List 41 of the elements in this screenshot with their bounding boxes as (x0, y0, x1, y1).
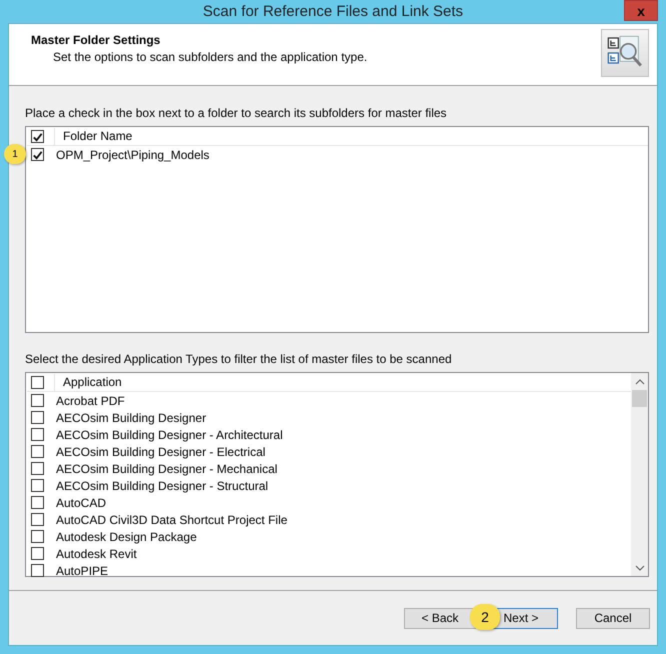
window-title: Scan for Reference Files and Link Sets (202, 3, 464, 20)
list-item[interactable]: Acrobat PDF (56, 394, 125, 408)
checkbox[interactable] (31, 547, 44, 560)
instruction-text: Place a check in the box next to a folder to search its subfolders for master files (25, 106, 448, 120)
scrollbar[interactable] (631, 373, 648, 576)
checkbox[interactable] (31, 530, 44, 543)
callout-tooltip: 2 (470, 604, 500, 630)
checkbox[interactable] (31, 376, 44, 389)
list-item[interactable]: AutoCAD Civil3D Data Shortcut Project File (56, 512, 288, 526)
checkbox[interactable] (31, 479, 44, 492)
checkbox[interactable] (31, 394, 44, 407)
checkbox[interactable] (31, 445, 44, 458)
list-item[interactable]: OPM_Project\Piping_Models (56, 148, 210, 162)
section-subtitle: Set the options to scan subfolders and the application type. (52, 50, 368, 64)
dialog-button[interactable]: < Back (404, 608, 476, 628)
callout-tooltip: 1 (4, 144, 26, 164)
checkbox[interactable] (31, 513, 44, 526)
scroll-thumb[interactable] (632, 390, 647, 407)
instruction-text: Select the desired Application Types to filter the list of master files to be scanned (25, 352, 453, 366)
list-item[interactable]: AutoCAD (56, 496, 106, 510)
checkbox[interactable] (31, 496, 44, 509)
list-item[interactable]: Autodesk Design Package (56, 530, 197, 544)
list-item[interactable]: AECOsim Building Designer - Electrical (56, 444, 266, 458)
list-item[interactable]: AECOsim Building Designer - Structural (56, 478, 268, 492)
checkbox[interactable] (31, 564, 44, 577)
folder-search-icon (601, 29, 649, 77)
list-item[interactable]: AECOsim Building Designer - Mechanical (56, 462, 278, 476)
checkbox[interactable] (31, 428, 44, 441)
column-label: Application (54, 374, 122, 391)
list-item[interactable]: AECOsim Building Designer (56, 410, 206, 424)
list-item[interactable]: Autodesk Revit (56, 546, 137, 560)
checkbox[interactable] (31, 411, 44, 424)
checkbox[interactable] (31, 462, 44, 475)
checkbox[interactable] (31, 130, 44, 143)
section-title: Master Folder Settings (31, 33, 162, 47)
column-label: Folder Name (54, 128, 132, 145)
close-button[interactable]: x (624, 0, 658, 21)
dialog-button[interactable]: Cancel (576, 608, 650, 628)
list-item[interactable]: AECOsim Building Designer - Architectural (56, 428, 283, 442)
checkbox[interactable] (31, 148, 44, 161)
list-item[interactable]: AutoPIPE (56, 564, 108, 578)
